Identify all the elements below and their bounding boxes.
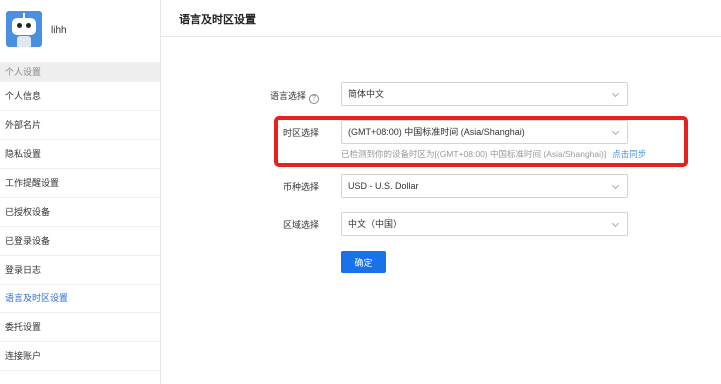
sidebar-item-authorized-devices[interactable]: 已授权设备 [0,198,160,227]
sidebar-item-login-log[interactable]: 登录日志 [0,256,160,285]
username: lihh [51,25,67,36]
chevron-down-icon [611,181,620,190]
title-divider [161,36,721,37]
language-label: 语言选择? [161,89,319,104]
timezone-highlight-box [274,116,688,167]
sidebar-item-personal-info[interactable]: 个人信息 [0,82,160,111]
currency-label: 币种选择 [282,182,319,192]
currency-select[interactable]: USD - U.S. Dollar [341,174,628,198]
chevron-down-icon [611,89,620,98]
region-select[interactable]: 中文（中国） [341,212,628,236]
currency-select-value: USD - U.S. Dollar [348,181,419,191]
sidebar-item-language-timezone[interactable]: 语言及时区设置 [0,284,160,313]
language-label-text: 语言选择 [269,91,306,101]
sidebar-section-title: 个人设置 [0,62,160,82]
page-title: 语言及时区设置 [179,14,256,26]
sidebar-item-delegation[interactable]: 委托设置 [0,313,160,342]
robot-icon [12,18,36,35]
sidebar-item-linked-accounts[interactable]: 连接账户 [0,342,160,371]
region-label: 区域选择 [282,220,319,230]
region-select-value: 中文（中国） [348,219,403,229]
sidebar-item-privacy[interactable]: 隐私设置 [0,140,160,169]
sidebar-item-external-card[interactable]: 外部名片 [0,111,160,140]
language-select[interactable]: 简体中文 [341,82,628,106]
language-select-value: 简体中文 [348,89,385,99]
robot-body-icon [17,36,31,47]
sidebar-item-work-reminder[interactable]: 工作提醒设置 [0,169,160,198]
confirm-button[interactable]: 确定 [341,251,386,273]
chevron-down-icon [611,219,620,228]
user-profile: lihh [0,0,161,62]
main-content: 语言及时区设置 语言选择? 简体中文 时区选择 (GMT+08:00) 中国标准… [161,0,721,384]
help-icon[interactable]: ? [309,94,319,104]
sidebar: lihh 个人设置 个人信息 外部名片 隐私设置 工作提醒设置 已授权设备 已登… [0,0,161,384]
avatar[interactable] [6,11,42,47]
sidebar-item-logged-in-devices[interactable]: 已登录设备 [0,227,160,256]
